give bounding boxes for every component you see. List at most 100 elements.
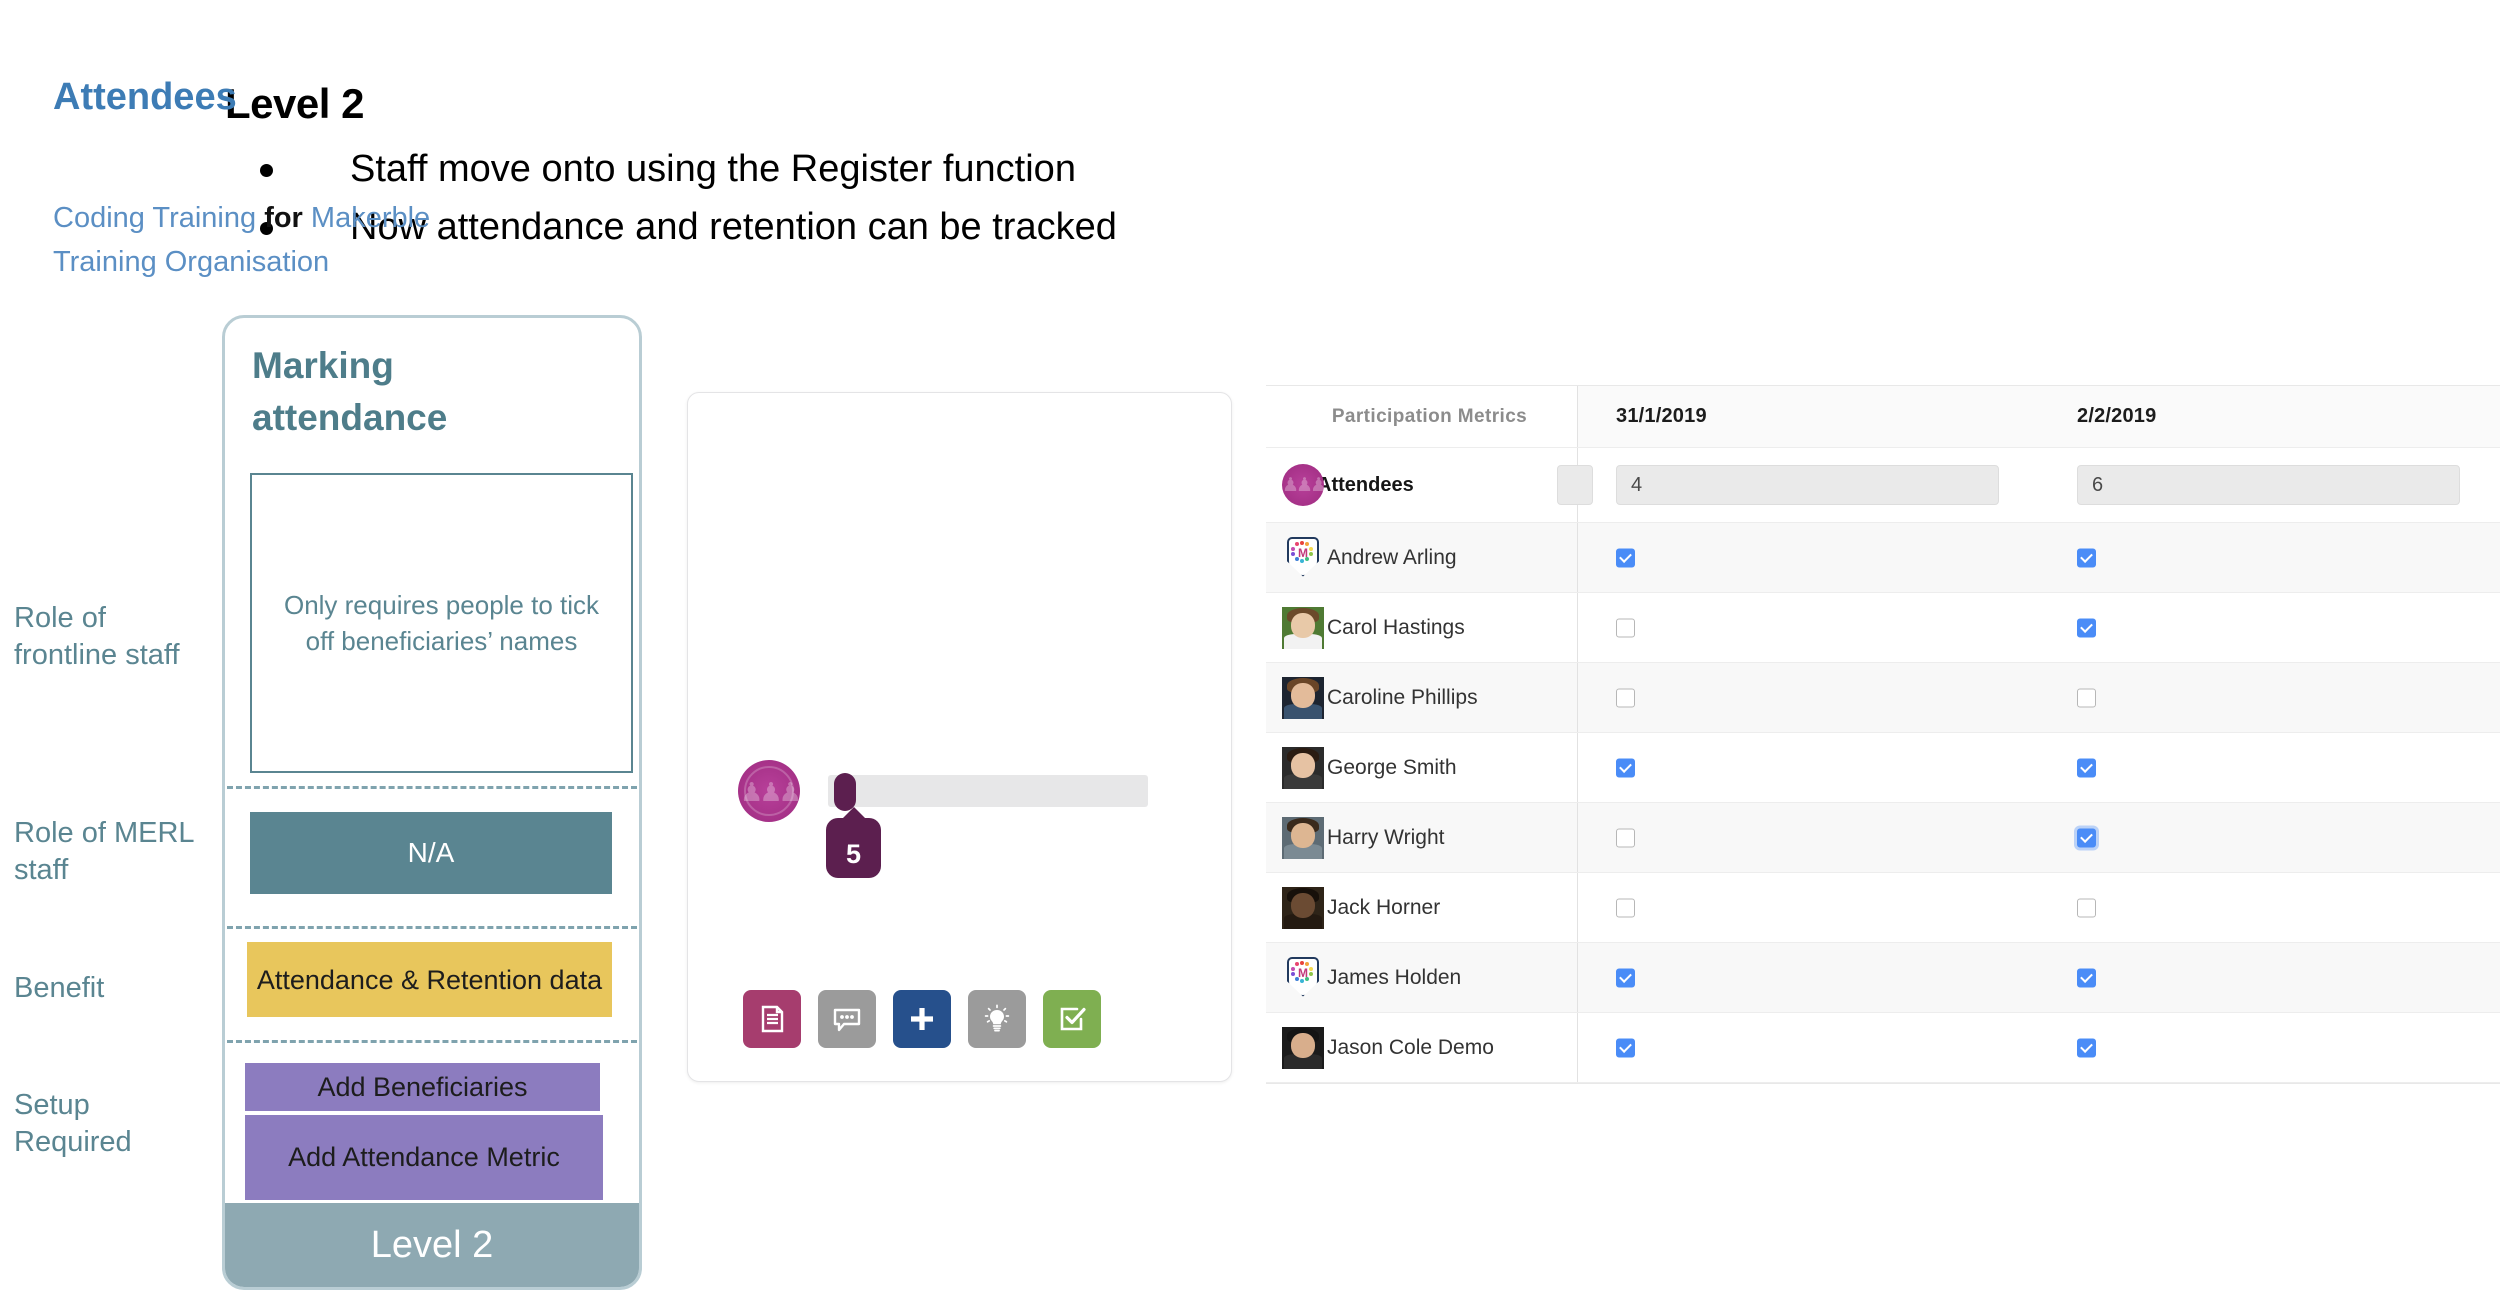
person-name-cell: M James Holden bbox=[1266, 943, 1578, 1012]
slider-thumb[interactable] bbox=[834, 773, 856, 811]
attendance-checkbox[interactable] bbox=[1616, 1038, 1635, 1057]
attendance-cell-date-2 bbox=[2039, 803, 2500, 872]
attendance-checkbox[interactable] bbox=[2077, 828, 2096, 847]
attendance-cell-date-2 bbox=[2039, 733, 2500, 802]
attendance-checkbox[interactable] bbox=[1616, 688, 1635, 707]
for-connector: for bbox=[264, 202, 303, 234]
table-row: Caroline Phillips bbox=[1266, 663, 2500, 733]
attendance-checkbox[interactable] bbox=[2077, 898, 2096, 917]
checkbox-holder bbox=[1616, 828, 1635, 847]
tasks-button[interactable] bbox=[1043, 990, 1101, 1048]
ring-dot bbox=[1300, 540, 1304, 545]
person-name-cell: George Smith bbox=[1266, 733, 1578, 802]
attendance-checkbox[interactable] bbox=[2077, 1038, 2096, 1057]
ring-dot bbox=[1300, 960, 1304, 965]
metric-name-cell: ♟♟♟ Attendees bbox=[1266, 448, 1593, 522]
checkbox-holder bbox=[1616, 548, 1635, 567]
page-title: Level 2 bbox=[225, 80, 364, 127]
table-row: Harry Wright bbox=[1266, 803, 2500, 873]
attendance-cell-date-1 bbox=[1578, 943, 2039, 1012]
attendance-checkbox[interactable] bbox=[1616, 968, 1635, 987]
bubble-arrow-icon bbox=[841, 807, 866, 819]
attendance-checkbox[interactable] bbox=[2077, 548, 2096, 567]
attendees-card-title: Attendees bbox=[53, 76, 237, 118]
attendance-checkbox[interactable] bbox=[1616, 548, 1635, 567]
divider bbox=[227, 926, 637, 929]
metric-value-input[interactable]: 4 bbox=[1616, 465, 1999, 505]
avatar-face bbox=[1291, 823, 1315, 848]
divider bbox=[227, 786, 637, 789]
comment-button[interactable] bbox=[818, 990, 876, 1048]
checkbox-holder bbox=[2077, 758, 2096, 777]
checkbox-holder bbox=[2077, 898, 2096, 917]
table-row: M Andrew Arling bbox=[1266, 523, 2500, 593]
plus-icon bbox=[907, 1004, 937, 1034]
checkbox-holder bbox=[2077, 828, 2096, 847]
attendance-cell-date-2 bbox=[2039, 873, 2500, 942]
attendance-checkbox[interactable] bbox=[2077, 968, 2096, 987]
attendance-cell-date-2 bbox=[2039, 593, 2500, 662]
attendance-checkbox[interactable] bbox=[1616, 618, 1635, 637]
person-name: James Holden bbox=[1327, 965, 1462, 989]
attendees-slider[interactable] bbox=[828, 773, 1148, 811]
row-label-frontline-staff: Role of frontline staff bbox=[14, 602, 180, 671]
bullet-text: Staff move onto using the Register funct… bbox=[350, 148, 1076, 190]
person-name-cell: Jason Cole Demo bbox=[1266, 1013, 1578, 1082]
avatar-face bbox=[1291, 1033, 1315, 1058]
attendance-checkbox[interactable] bbox=[1616, 828, 1635, 847]
attendance-cell-date-1 bbox=[1578, 593, 2039, 662]
attendees-action-buttons bbox=[743, 990, 1101, 1048]
frontline-role-text: Only requires people to tick off benefic… bbox=[283, 590, 600, 656]
table-header-row: Participation Metrics 31/1/2019 2/2/2019 bbox=[1266, 386, 2500, 448]
attendance-cell-date-2 bbox=[2039, 943, 2500, 1012]
setup-block-add-beneficiaries: Add Beneficiaries bbox=[245, 1063, 600, 1111]
notes-button[interactable] bbox=[743, 990, 801, 1048]
checkbox-holder bbox=[1616, 1038, 1635, 1057]
participation-metrics-table: Participation Metrics 31/1/2019 2/2/2019… bbox=[1266, 385, 2500, 1084]
slider-value: 5 bbox=[845, 839, 862, 869]
checkbox-holder bbox=[2077, 968, 2096, 987]
attendance-checkbox[interactable] bbox=[2077, 688, 2096, 707]
frontline-role-box: Only requires people to tick off benefic… bbox=[250, 473, 633, 773]
divider bbox=[227, 1040, 637, 1043]
header-date-label: 31/1/2019 bbox=[1616, 405, 1707, 427]
attendance-cell-date-2 bbox=[2039, 663, 2500, 732]
makerble-shield-icon: M bbox=[1282, 956, 1324, 999]
level-card-title: Marking attendance bbox=[252, 345, 448, 438]
header-date-label: 2/2/2019 bbox=[2077, 405, 2157, 427]
attendance-cell-date-1 bbox=[1578, 803, 2039, 872]
coin-people-glyph: ♟♟♟ bbox=[1282, 475, 1324, 496]
attendance-cell-date-1 bbox=[1578, 523, 2039, 592]
checkbox-holder bbox=[1616, 968, 1635, 987]
attendance-cell-date-2 bbox=[2039, 523, 2500, 592]
slider-value-bubble: 5 bbox=[826, 807, 881, 878]
header-cell-date-1: 31/1/2019 bbox=[1578, 386, 2039, 447]
person-name: George Smith bbox=[1327, 755, 1457, 779]
attendance-checkbox[interactable] bbox=[1616, 758, 1635, 777]
attendance-cell-date-1 bbox=[1578, 663, 2039, 732]
attendance-checkbox[interactable] bbox=[1616, 898, 1635, 917]
table-row: Jack Horner bbox=[1266, 873, 2500, 943]
notes-icon bbox=[756, 1003, 788, 1035]
row-label-benefit: Benefit bbox=[14, 972, 105, 1004]
avatar-face bbox=[1291, 683, 1315, 708]
add-button[interactable] bbox=[893, 990, 951, 1048]
avatar bbox=[1282, 606, 1324, 649]
avatar-face bbox=[1291, 753, 1315, 778]
attendees-metric-coin-icon: ♟♟♟ bbox=[738, 760, 800, 822]
checkbox-holder bbox=[2077, 688, 2096, 707]
idea-button[interactable] bbox=[968, 990, 1026, 1048]
avatar bbox=[1282, 886, 1324, 929]
metric-value-input[interactable]: 6 bbox=[2077, 465, 2460, 505]
avatar bbox=[1282, 746, 1324, 789]
attendance-checkbox[interactable] bbox=[2077, 618, 2096, 637]
person-name: Harry Wright bbox=[1327, 825, 1445, 849]
row-label-setup-required: Setup Required bbox=[14, 1089, 132, 1158]
metric-value-cell-date-2: 6 bbox=[2039, 448, 2500, 522]
level-2-card: Marking attendance Only requires people … bbox=[222, 315, 642, 1290]
attendance-checkbox[interactable] bbox=[2077, 758, 2096, 777]
checkbox-holder bbox=[2077, 618, 2096, 637]
person-name-cell: M Andrew Arling bbox=[1266, 523, 1578, 592]
level-card-footer: Level 2 bbox=[225, 1203, 639, 1287]
slider-track[interactable] bbox=[828, 775, 1148, 807]
